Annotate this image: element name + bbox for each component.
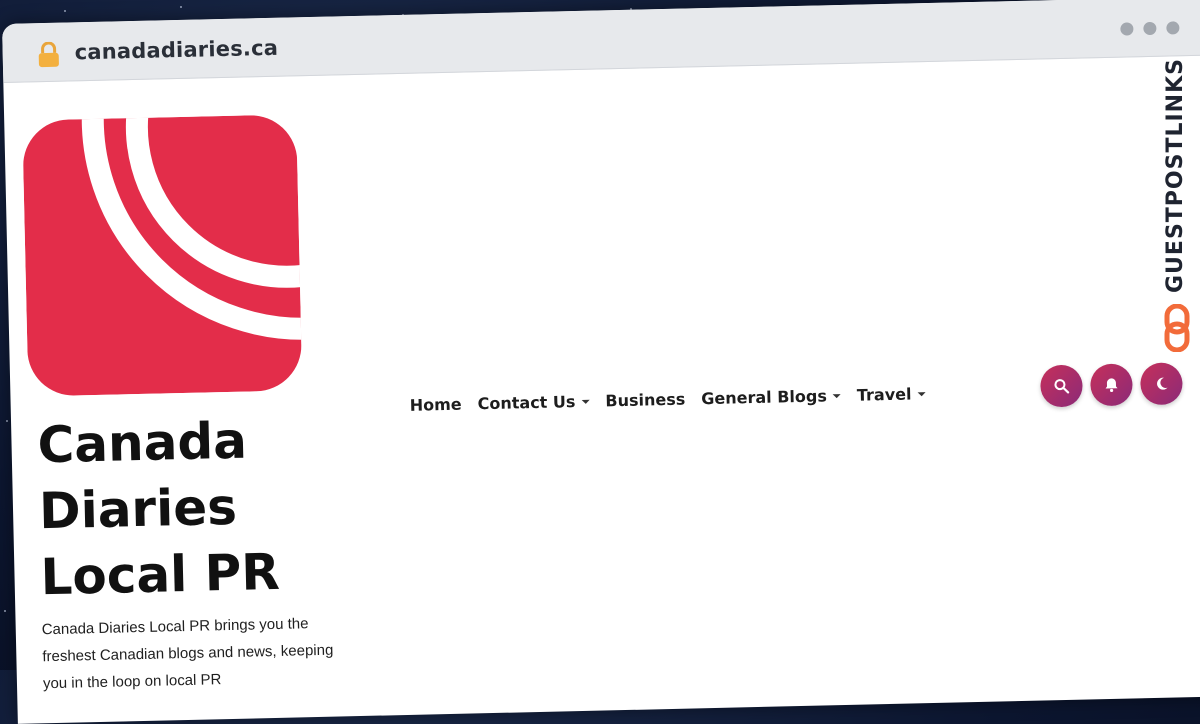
site-tagline: Canada Diaries Local PR brings you the f… [41,615,334,693]
window-dot-2[interactable] [1143,21,1157,36]
watermark-brand-text: GUESTPOSTLINKS [1163,58,1188,293]
nav-item-label: General Blogs [701,386,828,409]
site-title[interactable]: Canada Diaries Local PR [37,405,371,610]
dark-mode-toggle[interactable] [1139,362,1183,406]
main-navigation: Home Contact Us Business General Blogs T… [410,384,926,415]
search-icon [1054,379,1070,394]
notification-button[interactable] [1090,363,1133,407]
nav-item-business[interactable]: Business [605,390,685,411]
window-dot-3[interactable] [1166,21,1180,35]
caret-down-icon [581,399,590,404]
nav-item-label: Home [409,394,462,415]
browser-window: canadadiaries.ca Canada Diaries Local PR… [2,0,1200,724]
nav-item-contact-us[interactable]: Contact Us [477,392,590,414]
header-actions [1040,362,1183,408]
nav-item-label: Contact Us [477,392,576,414]
search-button[interactable] [1040,364,1083,408]
nav-item-label: Travel [856,384,912,405]
nav-item-general-blogs[interactable]: General Blogs [701,386,841,408]
caret-down-icon [917,391,926,396]
bell-icon [1105,378,1118,393]
caret-down-icon [832,393,841,398]
site-logo[interactable] [22,114,303,396]
nav-item-home[interactable]: Home [410,395,462,415]
lock-icon [38,41,59,68]
address-bar-url[interactable]: canadadiaries.ca [74,36,278,65]
nav-item-travel[interactable]: Travel [857,384,926,405]
page-content: Canada Diaries Local PR Canada Diaries L… [3,55,1200,722]
nav-item-label: Business [605,389,686,411]
window-dot-1[interactable] [1120,22,1134,36]
chain-link-icon [1164,304,1190,352]
moon-icon [1157,377,1168,390]
window-controls [1120,21,1180,36]
